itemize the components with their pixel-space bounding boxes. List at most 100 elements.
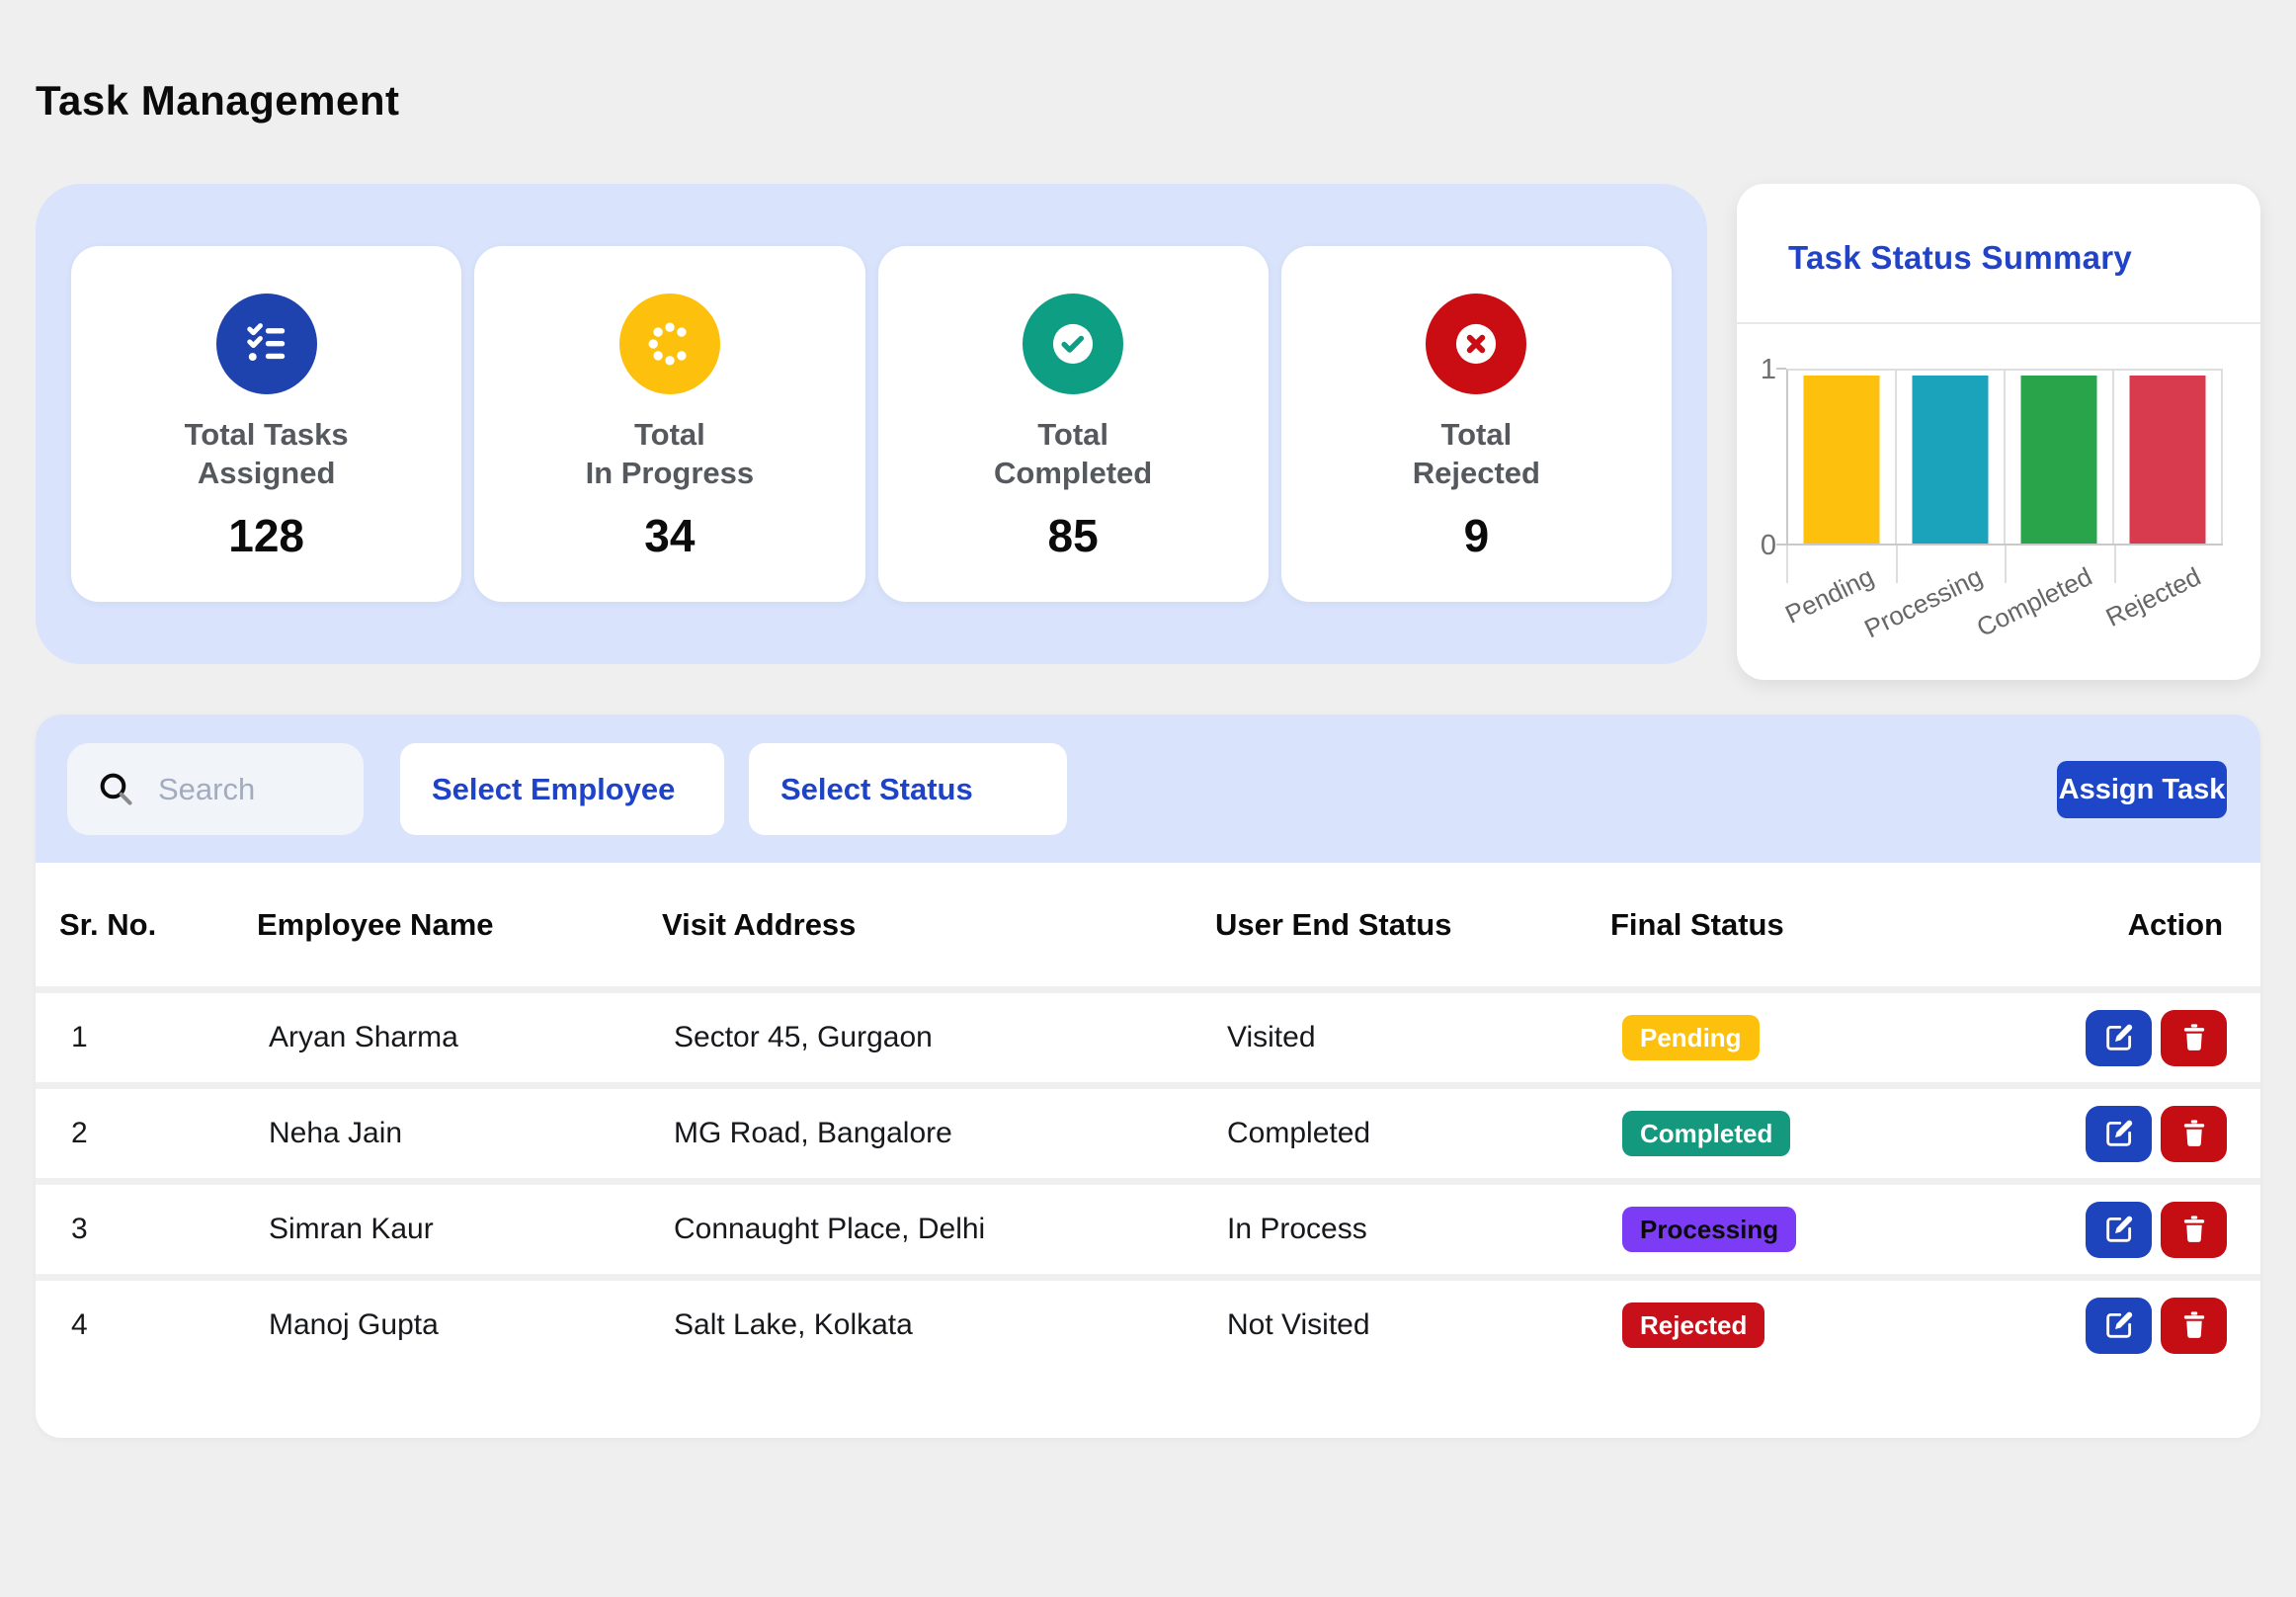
edit-icon [2102,1308,2136,1342]
cell-sr-no: 3 [59,1213,257,1246]
stat-value: 128 [228,509,304,562]
cell-sr-no: 1 [59,1021,257,1054]
filter-bar: Search Select Employee Select Status Ass… [36,714,2260,863]
search-input[interactable]: Search [67,743,364,835]
x-tick-mark [2114,546,2116,583]
cell-sr-no: 2 [59,1117,257,1150]
cell-visit-address: Connaught Place, Delhi [662,1213,1215,1246]
edit-button[interactable] [2086,1106,2152,1162]
bar-plot [1786,369,2223,546]
bar-slot [1897,371,2006,544]
stat-value: 85 [1048,509,1099,562]
cell-employee-name: Manoj Gupta [257,1308,662,1342]
trash-icon [2178,1214,2210,1245]
bar-rejected [2130,376,2206,544]
table-header-row: Sr. No. Employee Name Visit Address User… [36,863,2260,986]
check-circle-icon [1023,294,1123,394]
edit-icon [2102,1117,2136,1150]
select-status-dropdown[interactable]: Select Status [749,743,1067,835]
bar-slot [2114,371,2223,544]
cell-sr-no: 4 [59,1308,257,1342]
cell-action [2055,1202,2237,1258]
delete-button[interactable] [2161,1298,2227,1354]
edit-icon [2102,1021,2136,1054]
header-final-status: Final Status [1610,907,2055,943]
cell-action [2055,1298,2237,1354]
cell-employee-name: Aryan Sharma [257,1021,662,1054]
task-table-card: Search Select Employee Select Status Ass… [36,714,2260,1438]
y-axis-tick-0: 0 [1743,530,1776,562]
status-badge: Pending [1622,1015,1760,1060]
delete-button[interactable] [2161,1010,2227,1066]
cell-employee-name: Simran Kaur [257,1213,662,1246]
bar-processing [1913,376,1989,544]
cell-final-status: Completed [1610,1111,2055,1156]
edit-icon [2102,1213,2136,1246]
cell-final-status: Rejected [1610,1303,2055,1348]
cell-user-end-status: In Process [1215,1213,1610,1246]
task-status-summary-card: Task Status Summary 1 0 PendingProcessin… [1737,184,2260,680]
cell-action [2055,1010,2237,1066]
spinner-icon [619,294,720,394]
y-tick-mark [1776,544,1786,546]
stat-card-rejected: Total Rejected 9 [1281,246,1672,602]
status-badge: Completed [1622,1111,1790,1156]
stat-card-in-progress: Total In Progress 34 [474,246,864,602]
task-list-icon [216,294,317,394]
stat-card-completed: Total Completed 85 [878,246,1269,602]
cell-employee-name: Neha Jain [257,1117,662,1150]
trash-icon [2178,1022,2210,1053]
edit-button[interactable] [2086,1298,2152,1354]
header-sr-no: Sr. No. [59,907,257,943]
table-body: 1 Aryan Sharma Sector 45, Gurgaon Visite… [36,986,2260,1370]
cell-user-end-status: Completed [1215,1117,1610,1150]
x-tick-mark [1896,546,1898,583]
cell-user-end-status: Not Visited [1215,1308,1610,1342]
cell-visit-address: Salt Lake, Kolkata [662,1308,1215,1342]
edit-button[interactable] [2086,1202,2152,1258]
status-badge: Processing [1622,1207,1796,1252]
stat-label: Total Completed [994,416,1152,493]
table-row: 3 Simran Kaur Connaught Place, Delhi In … [36,1178,2260,1274]
bar-slot [1788,371,1897,544]
cell-final-status: Processing [1610,1207,2055,1252]
stats-panel: Total Tasks Assigned 128 Total In Progre… [36,184,1707,664]
bar-slot [2006,371,2114,544]
cell-user-end-status: Visited [1215,1021,1610,1054]
header-user-end-status: User End Status [1215,907,1610,943]
y-axis-tick-1: 1 [1743,354,1776,386]
header-employee-name: Employee Name [257,907,662,943]
y-tick-mark [1776,368,1786,370]
trash-icon [2178,1118,2210,1149]
select-employee-dropdown[interactable]: Select Employee [400,743,724,835]
table-row: 1 Aryan Sharma Sector 45, Gurgaon Visite… [36,986,2260,1082]
task-table: Sr. No. Employee Name Visit Address User… [36,863,2260,1370]
x-axis-labels: PendingProcessingCompletedRejected [1786,546,2223,664]
cell-visit-address: Sector 45, Gurgaon [662,1021,1215,1054]
delete-button[interactable] [2161,1106,2227,1162]
cell-visit-address: MG Road, Bangalore [662,1117,1215,1150]
header-action: Action [2055,907,2237,943]
table-row: 4 Manoj Gupta Salt Lake, Kolkata Not Vis… [36,1274,2260,1370]
table-row: 2 Neha Jain MG Road, Bangalore Completed… [36,1082,2260,1178]
status-badge: Rejected [1622,1303,1764,1348]
trash-icon [2178,1309,2210,1341]
search-icon [97,770,136,809]
x-circle-icon [1426,294,1526,394]
stat-value: 34 [644,509,695,562]
stat-card-total-assigned: Total Tasks Assigned 128 [71,246,461,602]
stat-value: 9 [1464,509,1490,562]
bar-pending [1804,376,1880,544]
stat-label: Total Tasks Assigned [185,416,349,493]
page-title: Task Management [36,77,400,125]
bar-completed [2021,376,2097,544]
edit-button[interactable] [2086,1010,2152,1066]
x-tick-mark [1786,546,1788,583]
cell-final-status: Pending [1610,1015,2055,1060]
stat-label: Total In Progress [586,416,755,493]
bar-chart: 1 0 PendingProcessingCompletedRejected [1737,184,2260,680]
assign-task-button[interactable]: Assign Task [2057,761,2227,818]
delete-button[interactable] [2161,1202,2227,1258]
x-axis-label: Processing [1859,561,1987,644]
search-placeholder: Search [158,772,255,807]
